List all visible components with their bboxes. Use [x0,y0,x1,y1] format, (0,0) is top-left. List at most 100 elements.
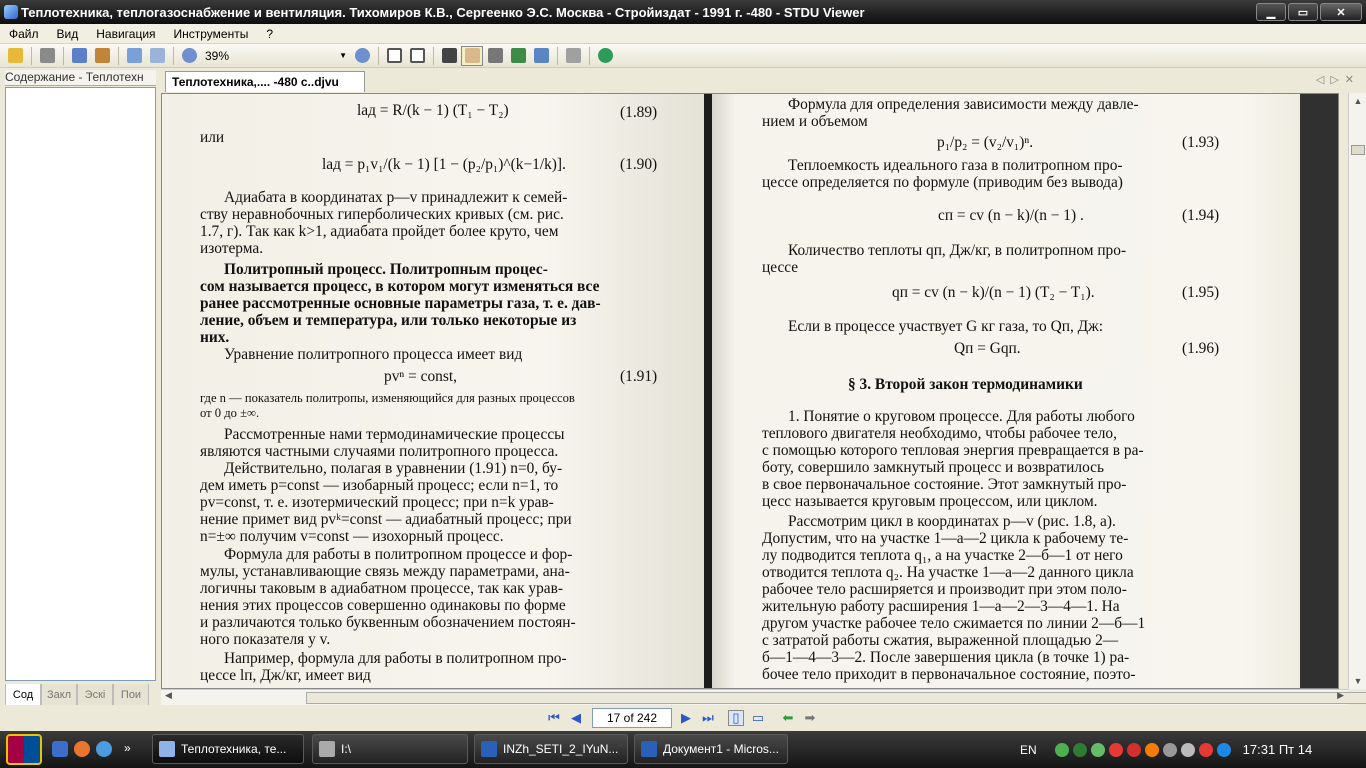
taskbar-clock[interactable]: 17:31 Пт 14 [1243,742,1313,757]
text-line: Действительно, полагая в уравнении (1.91… [224,460,563,477]
single-page-view-icon[interactable]: ▯ [728,710,744,726]
tab-scroll-controls[interactable]: ◁▷✕ [1316,73,1360,86]
page-number-input[interactable]: 17 of 242 [592,708,672,728]
chevron-right-icon[interactable]: » [124,741,140,757]
task-label: Документ1 - Micros... [663,742,779,756]
snapshot-button[interactable] [530,46,552,66]
text-line: или [200,129,225,146]
open-button[interactable] [4,46,26,66]
task-stdu-viewer[interactable]: Теплотехника, те... [152,734,304,764]
task-explorer[interactable]: I:\ [312,734,468,764]
language-indicator[interactable]: EN [1020,743,1037,757]
vertical-scrollbar[interactable]: ▲ ▼ [1348,93,1366,689]
fit-width-button[interactable] [406,46,428,66]
antivirus-icon[interactable] [1072,742,1087,757]
scroll-down-icon[interactable]: ▼ [1349,673,1366,689]
web-button[interactable] [594,46,616,66]
close-button[interactable]: ✕ [1320,3,1362,21]
equation-number: (1.94) [1182,207,1220,224]
minimize-button[interactable]: ▁ [1256,3,1286,21]
text-line: являются частными случаями политропного … [200,443,559,460]
first-page-icon[interactable]: ⏮ [546,710,562,726]
scroll-right-icon[interactable]: ▶ [1337,690,1344,701]
two-page-view-icon[interactable]: ▭ [750,710,766,726]
connection-icon[interactable] [1090,742,1105,757]
equation-1-91: pvⁿ = const, [384,368,457,385]
document-viewport[interactable]: lад = R/(k − 1) (T₁ − T₂) (1.89) или lад… [161,93,1339,689]
zoom-select[interactable]: 39% ▼ [201,47,351,65]
pages-button[interactable] [562,46,584,66]
drive-icon [319,741,335,757]
select-image-button[interactable] [507,46,529,66]
scroll-up-icon[interactable]: ▲ [1349,93,1366,109]
scrollbar-thumb[interactable] [306,692,1366,704]
print-button[interactable] [36,46,58,66]
app-icon [4,5,18,19]
page-icon [386,48,402,63]
menu-file[interactable]: Файл [0,27,48,41]
equation-1-94: cп = cv (n − k)/(n − 1) . [938,207,1084,224]
menu-view[interactable]: Вид [48,27,88,41]
zoom-in-button[interactable] [351,46,373,66]
sidebar-title: Содержание - Теплотехн [5,70,156,86]
scroll-left-icon[interactable]: ◀ [165,690,172,701]
tab-search[interactable]: Пои [113,684,149,706]
usb-icon[interactable] [1162,742,1177,757]
back-icon[interactable]: ⬅ [780,710,796,726]
text-line: Формула для работы в политропном процесс… [224,546,573,563]
text-line: цессе определяется по формуле (приводим … [762,174,1123,191]
chevron-down-icon: ▼ [339,51,347,60]
text-line: боту, совершило замкнутый процесс и возв… [762,459,1105,476]
firefox-icon[interactable] [74,741,90,757]
maximize-button[interactable]: ▭ [1288,3,1318,21]
tab-thumbnails[interactable]: Эскі [77,684,113,706]
text-line: сом называется процесс, в котором могут … [200,278,600,295]
quicklaunch-save-icon[interactable] [52,741,68,757]
speaker-icon[interactable] [1144,742,1159,757]
menu-navigation[interactable]: Навигация [87,27,164,41]
select-text-button[interactable] [484,46,506,66]
export-button[interactable] [123,46,145,66]
forward-icon[interactable]: ➡ [802,710,818,726]
task-word-2[interactable]: Документ1 - Micros... [634,734,788,764]
equation-number: (1.93) [1182,134,1220,151]
text-line: Количество теплоты qп, Дж/кг, в политроп… [788,242,1127,259]
network-icon[interactable] [1054,742,1069,757]
single-page-button[interactable] [383,46,405,66]
media-player-icon[interactable] [96,741,112,757]
tools-icon[interactable] [1180,742,1195,757]
tab-contents[interactable]: Сод [5,684,41,706]
tab-bookmarks[interactable]: Закл [41,684,77,706]
text-line: логичны таковым в адиабатном процессе, т… [200,580,564,597]
text-line: Формула для определения зависимости межд… [788,96,1139,113]
copy-button[interactable] [146,46,168,66]
text-line: Рассмотрим цикл в координатах p—v (рис. … [788,513,1116,530]
text-line: 1. Понятие о круговом процессе. Для рабо… [788,408,1135,425]
next-page-icon[interactable]: ▶ [678,710,694,726]
opera-icon[interactable] [1126,742,1141,757]
document-tab[interactable]: Теплотехника,.... -480 с..djvu [165,71,365,92]
display-icon[interactable] [1216,742,1231,757]
zoom-out-button[interactable] [178,46,200,66]
task-word-1[interactable]: INZh_SETI_2_IYuN... [474,734,628,764]
snapshot-icon [533,48,549,63]
menu-tools[interactable]: Инструменты [165,27,258,41]
menu-help[interactable]: ? [257,27,282,41]
annotate-button[interactable] [68,46,90,66]
edit-button[interactable] [91,46,113,66]
contents-tree[interactable] [5,87,156,681]
text-line: Допустим, что на участке 1—а—2 цикла к р… [762,530,1129,547]
update-icon[interactable] [1108,742,1123,757]
security-icon[interactable] [1198,742,1213,757]
text-line: мулы, устанавливающие связь между параме… [200,563,570,580]
hand-tool-button[interactable] [461,45,483,66]
find-button[interactable] [438,46,460,66]
text-line: pv=const, т. е. изотермический процесс; … [200,494,554,511]
zoom-out-icon [181,48,197,63]
prev-page-icon[interactable]: ◀ [568,710,584,726]
scrollbar-thumb[interactable] [1351,145,1365,155]
horizontal-scrollbar[interactable]: ◀ ▶ [161,689,1366,705]
last-page-icon[interactable]: ⏭ [700,710,716,726]
text-line: б—1—4—3—2. После завершения цикла (в точ… [762,649,1130,666]
start-button[interactable] [6,734,42,765]
